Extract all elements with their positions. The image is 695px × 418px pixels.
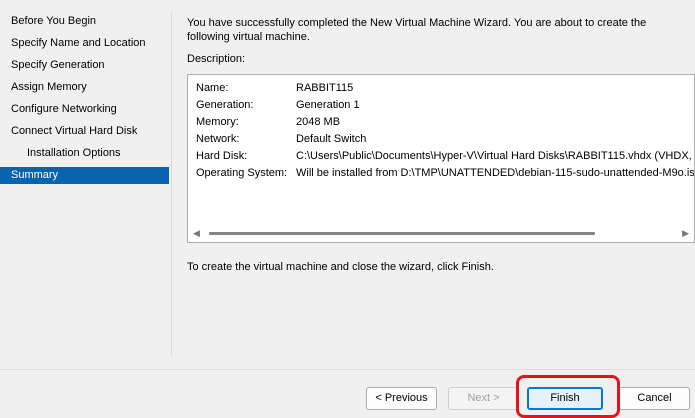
detail-key: Network: xyxy=(196,133,240,145)
closing-instruction: To create the virtual machine and close … xyxy=(187,261,494,273)
sidebar-item-summary[interactable]: Summary xyxy=(0,167,169,184)
detail-key: Name: xyxy=(196,82,229,94)
sidebar-item-specify-name-location[interactable]: Specify Name and Location xyxy=(0,35,169,52)
detail-key: Generation: xyxy=(196,99,254,111)
sidebar-item-installation-options[interactable]: Installation Options xyxy=(0,145,169,162)
scroll-right-icon[interactable]: ▶ xyxy=(682,228,689,239)
description-label: Description: xyxy=(187,53,246,65)
summary-intro-text: You have successfully completed the New … xyxy=(187,17,647,43)
finish-highlight-annotation xyxy=(516,375,620,418)
scroll-left-icon[interactable]: ◀ xyxy=(193,228,200,239)
detail-key: Memory: xyxy=(196,116,239,128)
footer-divider xyxy=(0,369,695,370)
sidebar-item-configure-networking[interactable]: Configure Networking xyxy=(0,101,169,118)
next-button[interactable]: Next > xyxy=(448,387,519,410)
detail-value: 2048 MB xyxy=(296,116,341,128)
sidebar-divider xyxy=(171,12,172,356)
cancel-button[interactable]: Cancel xyxy=(619,387,690,410)
sidebar-item-before-you-begin[interactable]: Before You Begin xyxy=(0,13,169,30)
sidebar-item-specify-generation[interactable]: Specify Generation xyxy=(0,57,169,74)
scrollbar-thumb[interactable] xyxy=(209,232,595,235)
detail-value: Default Switch xyxy=(296,133,367,145)
detail-value: Will be installed from D:\TMP\UNATTENDED… xyxy=(296,167,695,179)
wizard-steps-sidebar: Before You Begin Specify Name and Locati… xyxy=(0,0,172,358)
detail-key: Hard Disk: xyxy=(196,150,248,162)
detail-value: C:\Users\Public\Documents\Hyper-V\Virtua… xyxy=(296,150,695,162)
detail-key: Operating System: xyxy=(196,167,288,179)
description-box[interactable]: Name: RABBIT115 Generation: Generation 1… xyxy=(187,74,695,243)
previous-button[interactable]: < Previous xyxy=(366,387,437,410)
horizontal-scrollbar[interactable]: ◀ ▶ xyxy=(189,225,693,242)
sidebar-item-connect-virtual-hard-disk[interactable]: Connect Virtual Hard Disk xyxy=(0,123,169,140)
sidebar-item-assign-memory[interactable]: Assign Memory xyxy=(0,79,169,96)
detail-value: RABBIT115 xyxy=(296,82,354,94)
detail-value: Generation 1 xyxy=(296,99,360,111)
